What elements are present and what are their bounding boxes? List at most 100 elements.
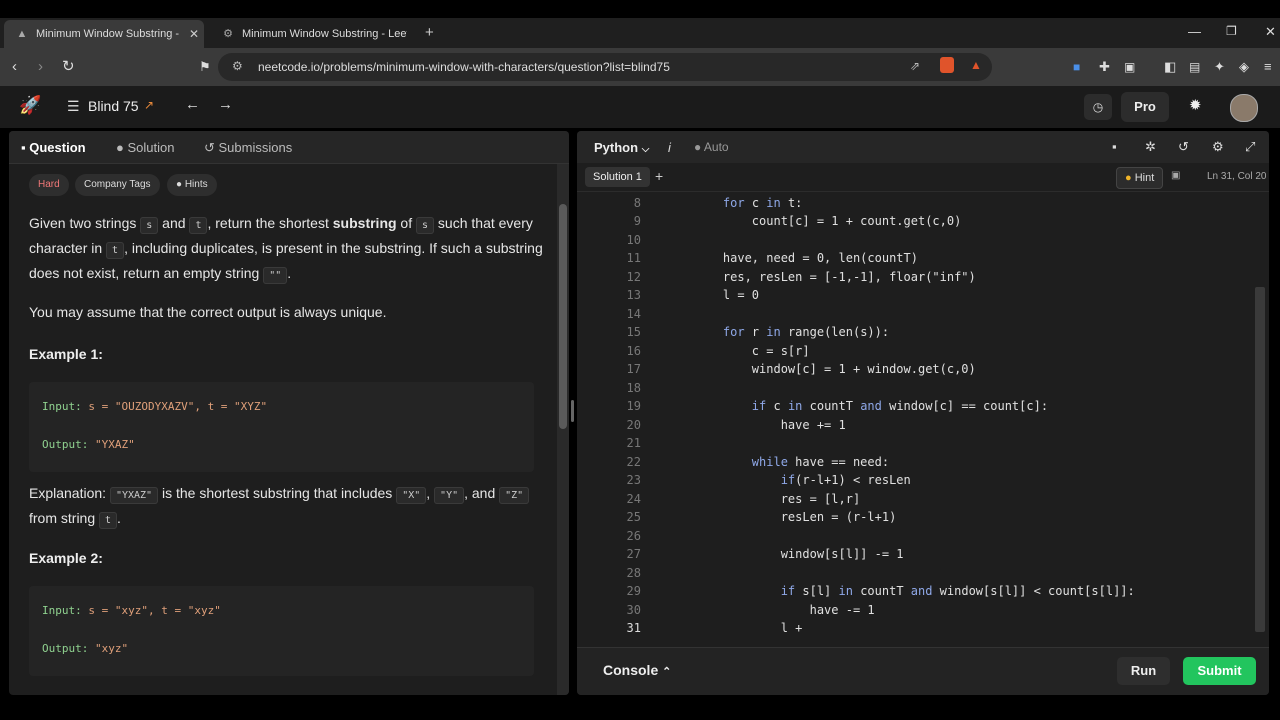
pro-button[interactable]: Pro	[1121, 92, 1169, 122]
back-icon[interactable]: ‹	[12, 58, 17, 76]
code-line: count[c] = 1 + count.get(c,0)	[694, 214, 962, 228]
notes-icon[interactable]: ▪	[1112, 139, 1117, 154]
line-number: 27	[626, 547, 641, 561]
autosave-status: ● Auto	[694, 140, 729, 154]
editor-toolbar: Python ⌵ i ● Auto ▪ ✲ ↺ ⚙ ⤢	[577, 131, 1269, 163]
fullscreen-icon[interactable]: ⤢	[1245, 139, 1255, 155]
line-number: 22	[626, 454, 641, 469]
external-link-icon[interactable]: ↗	[144, 98, 154, 112]
example-1-box: Input: s = "OUZODYXAZV", t = "XYZ" Outpu…	[29, 382, 534, 472]
problem-list-title[interactable]: Blind 75	[88, 98, 139, 114]
rocket-favicon-icon: ▲	[16, 28, 28, 40]
line-number: 29	[626, 584, 641, 598]
theme-toggle-icon[interactable]: ✹	[1189, 96, 1202, 114]
new-tab-button[interactable]: +	[425, 24, 434, 41]
tab-question[interactable]: ▪ Question	[21, 140, 86, 155]
extensions-puzzle-icon[interactable]: ✚	[1099, 58, 1110, 76]
hint-icon: ●	[176, 179, 185, 190]
cursor-position: Ln 31, Col 20	[1207, 171, 1267, 182]
code-line: res = [l,r]	[694, 491, 861, 506]
code-line: l +	[694, 621, 803, 635]
prev-problem-icon[interactable]: ←	[185, 96, 200, 113]
next-problem-icon[interactable]: →	[218, 96, 233, 113]
wallet-icon[interactable]: ▤	[1189, 58, 1200, 76]
brave-rewards-icon[interactable]: ▲	[970, 58, 982, 72]
top-black-bar	[0, 0, 1280, 18]
vpn-icon[interactable]: ◈	[1239, 58, 1249, 76]
question-panel: ▪ Question ● Solution ↺ Submissions Hard…	[9, 131, 569, 695]
line-number: 20	[626, 417, 641, 432]
code-line: have += 1	[694, 417, 846, 432]
line-number: 31	[626, 621, 641, 635]
run-button[interactable]: Run	[1117, 657, 1170, 685]
browser-tab[interactable]: ⚙ Minimum Window Substring - LeetC	[210, 20, 415, 48]
brave-shields-icon[interactable]	[940, 57, 954, 73]
console-label: Console	[603, 662, 659, 678]
browser-tab-active[interactable]: ▲ Minimum Window Substring - N ✕	[4, 20, 204, 48]
hints-button[interactable]: ● Hints	[167, 174, 217, 196]
code-line: window[s[l]] -= 1	[694, 547, 904, 561]
code-line: window[c] = 1 + window.get(c,0)	[694, 362, 976, 376]
code-line: c = s[r]	[694, 343, 810, 358]
forward-icon[interactable]: ›	[38, 58, 43, 76]
dot-icon: ●	[694, 140, 704, 154]
language-select[interactable]: Python ⌵	[594, 140, 649, 155]
question-scrollbar[interactable]	[557, 164, 569, 695]
restore-icon[interactable]: ❐	[1226, 24, 1237, 38]
autosave-label: Auto	[703, 140, 729, 154]
tab-submissions[interactable]: ↺ Submissions	[204, 140, 292, 156]
info-icon[interactable]: i	[668, 140, 671, 155]
code-line: for c in t:	[722, 195, 803, 210]
add-solution-button[interactable]: +	[655, 168, 663, 184]
example-2-output: Output: "xyz"	[42, 642, 129, 655]
close-window-icon[interactable]: ✕	[1265, 24, 1276, 40]
screenshot-icon[interactable]: ▣	[1124, 58, 1135, 76]
site-settings-icon[interactable]: ⚙	[232, 59, 243, 73]
line-number: 10	[626, 232, 641, 247]
submit-button[interactable]: Submit	[1183, 657, 1256, 685]
address-bar[interactable]: ⚙ neetcode.io/problems/minimum-window-wi…	[218, 53, 992, 81]
example-1-explanation: Explanation: "YXAZ" is the shortest subs…	[29, 482, 549, 532]
sidebar-icon[interactable]: ◧	[1164, 58, 1176, 76]
close-tab-icon[interactable]: ✕	[189, 27, 199, 41]
minimize-icon[interactable]: —	[1188, 24, 1201, 39]
avatar[interactable]	[1230, 94, 1258, 122]
editor-scrollbar[interactable]	[1255, 287, 1265, 632]
settings-icon[interactable]: ⚙	[1212, 139, 1224, 155]
reset-icon[interactable]: ↺	[1178, 139, 1189, 155]
panel-resize-handle[interactable]	[571, 400, 574, 422]
console-toggle[interactable]: Console ⌃	[603, 662, 671, 678]
code-line: res, resLen = [-1,-1], floar("inf")	[694, 269, 976, 284]
question-icon: ▪	[21, 140, 30, 155]
share-icon[interactable]: ⇗	[910, 59, 920, 73]
code-editor[interactable]: 7 countT, window = {}, {}8 for c in t:9 …	[577, 192, 1269, 647]
bookmark-icon[interactable]: ⚑	[199, 58, 211, 76]
leo-ai-icon[interactable]: ✦	[1214, 58, 1225, 76]
timer-icon[interactable]: ◷	[1084, 94, 1112, 120]
line-number: 9	[633, 214, 641, 228]
line-number: 19	[626, 399, 641, 413]
code-line: resLen = (r-l+1)	[694, 510, 897, 524]
hint-label: Hint	[1134, 172, 1155, 184]
line-number: 12	[626, 269, 641, 284]
scrollbar-thumb[interactable]	[559, 204, 567, 429]
company-tags-button[interactable]: Company Tags	[75, 174, 160, 196]
chevron-down-icon: ⌵	[641, 144, 650, 155]
tab-title: Minimum Window Substring - LeetC	[242, 28, 407, 40]
menu-icon[interactable]: ≡	[1264, 58, 1272, 76]
lightbulb-icon: ●	[116, 140, 128, 155]
tab-solution-1[interactable]: Solution 1	[585, 167, 650, 187]
example-2-input: Input: s = "xyz", t = "xyz"	[42, 604, 221, 617]
line-number: 15	[626, 325, 641, 339]
reload-icon[interactable]: ↻	[62, 58, 75, 76]
line-number: 14	[626, 306, 641, 321]
tab-solution[interactable]: ● Solution	[116, 140, 174, 155]
extension-icon[interactable]: ■	[1073, 58, 1080, 76]
hint-button[interactable]: ● Hint	[1116, 167, 1164, 189]
neetcode-logo-icon[interactable]: 🚀	[19, 95, 41, 116]
example-2-box: Input: s = "xyz", t = "xyz" Output: "xyz…	[29, 586, 534, 676]
hints-label: Hints	[184, 179, 208, 190]
debug-icon[interactable]: ✲	[1145, 139, 1156, 155]
line-number: 25	[626, 510, 641, 524]
example-1-input: Input: s = "OUZODYXAZV", t = "XYZ"	[42, 400, 268, 413]
